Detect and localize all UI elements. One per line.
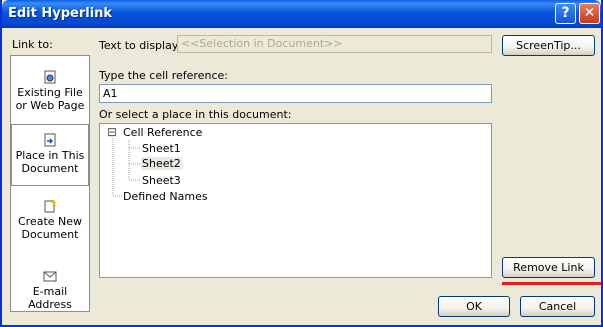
edit-hyperlink-dialog: Edit Hyperlink ? ✕ Link to: Existing Fil… — [0, 0, 603, 327]
tree-node-cell-reference[interactable]: Cell Reference — [123, 126, 202, 139]
title-bar: Edit Hyperlink ? ✕ — [2, 0, 601, 28]
link-to-email-address-label: E-mail Address — [28, 285, 72, 311]
link-to-label: Link to: — [12, 38, 53, 51]
collapse-icon[interactable]: ⊟ — [107, 125, 117, 139]
dialog-title: Edit Hyperlink — [8, 6, 113, 21]
link-to-existing-file-label: Existing File or Web Page — [15, 86, 85, 112]
tree-node-defined-names[interactable]: Defined Names — [123, 190, 208, 203]
tree-node-sheet1[interactable]: Sheet1 — [142, 142, 181, 155]
screentip-button[interactable]: ScreenTip... — [502, 35, 595, 56]
link-to-panel: Existing File or Web Page Place in This … — [10, 55, 90, 312]
close-button[interactable]: ✕ — [579, 3, 600, 24]
place-tree[interactable]: ⊟ Cell Reference Sheet1 Sheet2 Sheet3 De… — [99, 123, 492, 278]
link-to-create-new-document-label: Create New Document — [17, 215, 83, 241]
text-to-display-input[interactable]: <<Selection in Document>> — [177, 35, 492, 53]
new-document-icon — [44, 199, 57, 213]
link-to-create-new-document[interactable]: Create New Document — [11, 199, 89, 241]
text-to-display-label: Text to display: — [99, 39, 182, 52]
link-to-place-in-document-label: Place in This Document — [15, 149, 85, 175]
cell-reference-label: Type the cell reference: — [99, 69, 228, 82]
cell-reference-input[interactable]: A1 — [99, 84, 492, 103]
tree-node-sheet3[interactable]: Sheet3 — [142, 174, 181, 187]
envelope-icon — [43, 271, 57, 282]
tree-node-sheet2[interactable]: Sheet2 — [141, 157, 182, 170]
document-arrow-icon — [44, 133, 56, 147]
link-to-email-address[interactable]: E-mail Address — [11, 269, 89, 311]
remove-link-button[interactable]: Remove Link — [502, 257, 595, 278]
help-button[interactable]: ? — [555, 3, 576, 24]
place-in-document-label: Or select a place in this document: — [99, 108, 292, 121]
globe-document-icon — [44, 70, 56, 84]
link-to-place-in-document[interactable]: Place in This Document — [11, 124, 89, 186]
link-to-existing-file[interactable]: Existing File or Web Page — [11, 70, 89, 112]
cancel-button[interactable]: Cancel — [520, 296, 595, 317]
highlight-underline — [502, 282, 601, 285]
ok-button[interactable]: OK — [438, 296, 510, 317]
